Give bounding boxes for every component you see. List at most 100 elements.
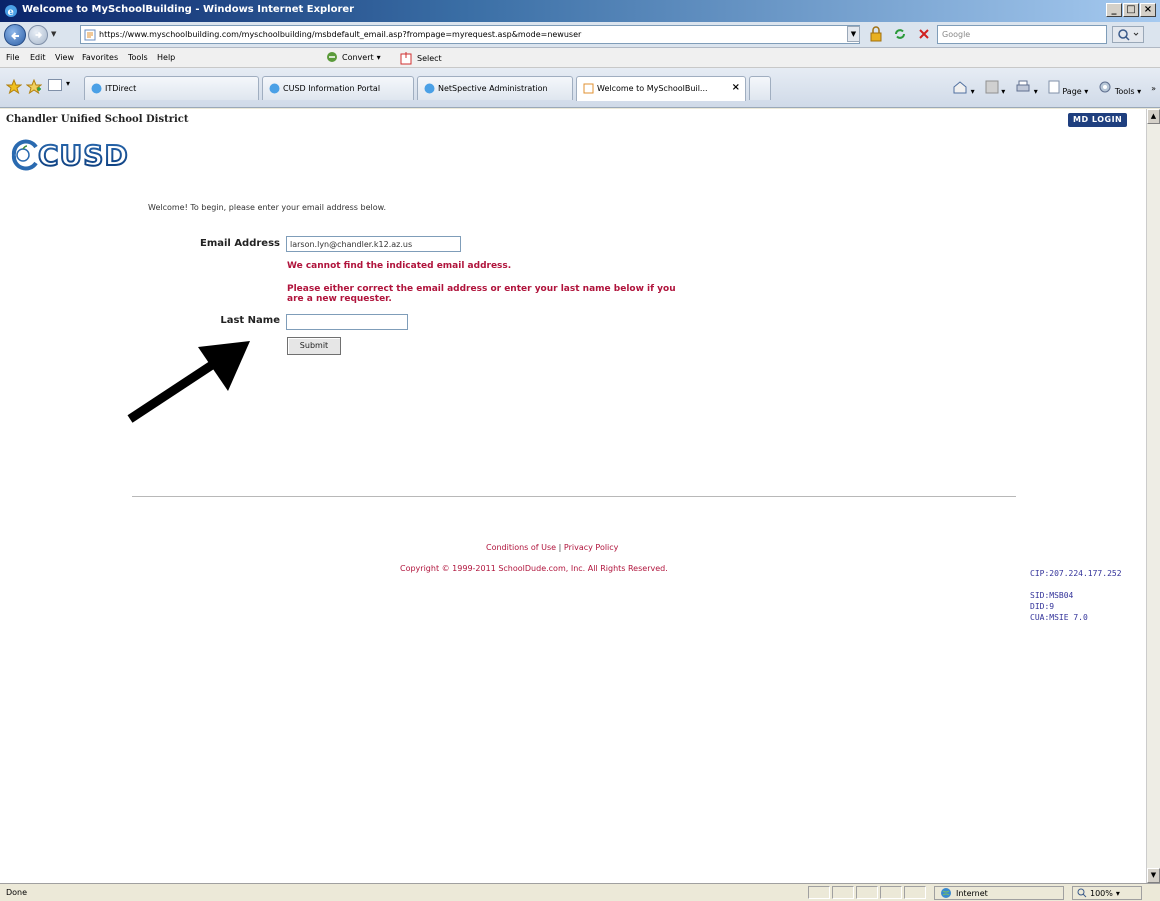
tab-myschoolbuilding[interactable]: Welcome to MySchoolBuil... × <box>576 76 746 101</box>
search-button[interactable] <box>1112 26 1144 43</box>
window-titlebar: e Welcome to MySchoolBuilding - Windows … <box>0 0 1160 22</box>
tab-netspective[interactable]: NetSpective Administration <box>417 76 573 100</box>
tab-row: ▾ ITDirect CUSD Information Portal NetSp… <box>0 68 1160 108</box>
menu-edit[interactable]: Edit <box>30 53 46 62</box>
md-login-button[interactable]: MD LOGIN <box>1068 113 1128 127</box>
ie-page-icon <box>269 83 280 94</box>
history-dropdown[interactable]: ▼ <box>51 30 56 38</box>
address-dropdown[interactable]: ▼ <box>847 26 860 42</box>
search-placeholder: Google <box>942 30 971 39</box>
back-button[interactable] <box>4 24 26 46</box>
conditions-link[interactable]: Conditions of Use <box>486 543 556 552</box>
new-tab-button[interactable] <box>749 76 771 100</box>
maximize-button[interactable]: □ <box>1123 3 1139 17</box>
menu-help[interactable]: Help <box>157 53 175 62</box>
more-chevron-icon[interactable]: » <box>1151 84 1156 93</box>
tab-label: CUSD Information Portal <box>283 84 381 93</box>
security-zone[interactable]: Internet <box>934 886 1064 900</box>
favorites-star-icon[interactable] <box>6 79 22 95</box>
select-button[interactable]: Select <box>400 51 442 65</box>
diag-sid: SID:MSB04 <box>1030 591 1074 600</box>
status-text: Done <box>6 888 28 897</box>
back-arrow-icon <box>11 32 19 40</box>
page-menu-label: Page <box>1062 87 1082 96</box>
footer-divider <box>132 496 1016 497</box>
page-menu-icon <box>1048 80 1060 94</box>
convert-label: Convert <box>342 52 374 62</box>
diag-did: DID:9 <box>1030 602 1055 611</box>
select-icon <box>400 52 412 65</box>
menu-bar: File Edit View Favorites Tools Help Conv… <box>0 48 1160 68</box>
address-row: ▼ https://www.myschoolbuilding.com/mysch… <box>0 22 1160 48</box>
forward-button[interactable] <box>28 25 48 45</box>
district-name: Chandler Unified School District <box>6 114 189 125</box>
tab-list-dropdown[interactable]: ▾ <box>66 79 70 88</box>
email-field[interactable] <box>286 236 461 252</box>
footer-separator: | <box>558 543 562 552</box>
menu-view[interactable]: View <box>55 53 74 62</box>
convert-dropdown-icon: ▾ <box>376 52 381 62</box>
zoom-label: 100% <box>1090 888 1113 898</box>
submit-button[interactable]: Submit <box>287 337 341 355</box>
tab-label: Welcome to MySchoolBuil... <box>597 84 708 93</box>
scroll-up-icon[interactable]: ▲ <box>1147 109 1160 124</box>
cusd-logo: CUSD <box>11 139 129 171</box>
annotation-arrow-icon <box>127 341 250 423</box>
feeds-button[interactable]: ▾ <box>985 80 1005 96</box>
tools-menu-label: Tools <box>1114 87 1135 96</box>
search-input[interactable]: Google <box>937 25 1107 44</box>
lock-icon[interactable] <box>870 26 882 42</box>
feeds-icon <box>985 80 999 94</box>
email-label: Email Address <box>199 238 280 249</box>
tab-label: ITDirect <box>105 84 137 93</box>
tab-close-icon[interactable]: × <box>732 82 740 93</box>
convert-button[interactable]: Convert ▾ <box>325 51 381 63</box>
page-icon <box>84 29 96 41</box>
search-icon <box>1118 29 1139 41</box>
tools-menu[interactable]: Tools ▾ <box>1098 80 1141 96</box>
status-panes <box>808 886 926 899</box>
diag-cip: CIP:207.224.177.252 <box>1030 569 1122 578</box>
tab-cusd-portal[interactable]: CUSD Information Portal <box>262 76 414 100</box>
address-bar[interactable]: https://www.myschoolbuilding.com/myschoo… <box>80 25 860 44</box>
menu-tools[interactable]: Tools <box>128 53 148 62</box>
zone-label: Internet <box>956 888 988 898</box>
zoom-dropdown-icon: ▾ <box>1115 888 1120 898</box>
page-menu[interactable]: Page ▾ <box>1048 80 1088 96</box>
add-favorite-icon[interactable] <box>26 79 42 95</box>
vertical-scrollbar[interactable]: ▲ ▼ <box>1146 109 1160 883</box>
stop-icon[interactable] <box>917 27 931 41</box>
ie-page-icon <box>91 83 102 94</box>
window-title: Welcome to MySchoolBuilding - Windows In… <box>22 4 355 15</box>
refresh-icon[interactable] <box>893 27 907 41</box>
close-button[interactable]: × <box>1140 3 1156 17</box>
logo-text: CUSD <box>38 139 129 171</box>
ie-icon: e <box>5 5 17 18</box>
quick-tabs-icon[interactable] <box>48 79 62 91</box>
tab-itdirect[interactable]: ITDirect <box>84 76 259 100</box>
print-icon <box>1016 80 1030 92</box>
zoom-control[interactable]: 100% ▾ <box>1072 886 1142 900</box>
error-instruction: Please either correct the email address … <box>287 284 676 304</box>
privacy-link[interactable]: Privacy Policy <box>564 543 619 552</box>
print-button[interactable]: ▾ <box>1015 80 1038 96</box>
home-button[interactable]: ▾ <box>952 80 975 96</box>
command-bar: ▾ ▾ ▾ Page ▾ Tools ▾ » <box>952 80 1156 96</box>
globe-icon <box>941 888 951 898</box>
scroll-down-icon[interactable]: ▼ <box>1147 868 1160 883</box>
menu-file[interactable]: File <box>6 53 19 62</box>
welcome-text: Welcome! To begin, please enter your ema… <box>148 203 386 212</box>
footer-links: Conditions of Use | Privacy Policy <box>486 543 618 552</box>
copyright-text: Copyright © 1999-2011 SchoolDude.com, In… <box>400 564 668 573</box>
convert-icon <box>327 52 337 62</box>
select-label: Select <box>417 53 442 63</box>
menu-favorites[interactable]: Favorites <box>82 53 118 62</box>
minimize-button[interactable]: _ <box>1106 3 1122 17</box>
ie-page-icon <box>424 83 435 94</box>
lastname-field[interactable] <box>286 314 408 330</box>
forward-arrow-icon <box>35 31 43 39</box>
svg-text:e: e <box>8 7 14 18</box>
lastname-label: Last Name <box>220 315 280 326</box>
status-bar: Done Internet 100% ▾ <box>0 883 1160 901</box>
tools-gear-icon <box>1099 81 1111 93</box>
